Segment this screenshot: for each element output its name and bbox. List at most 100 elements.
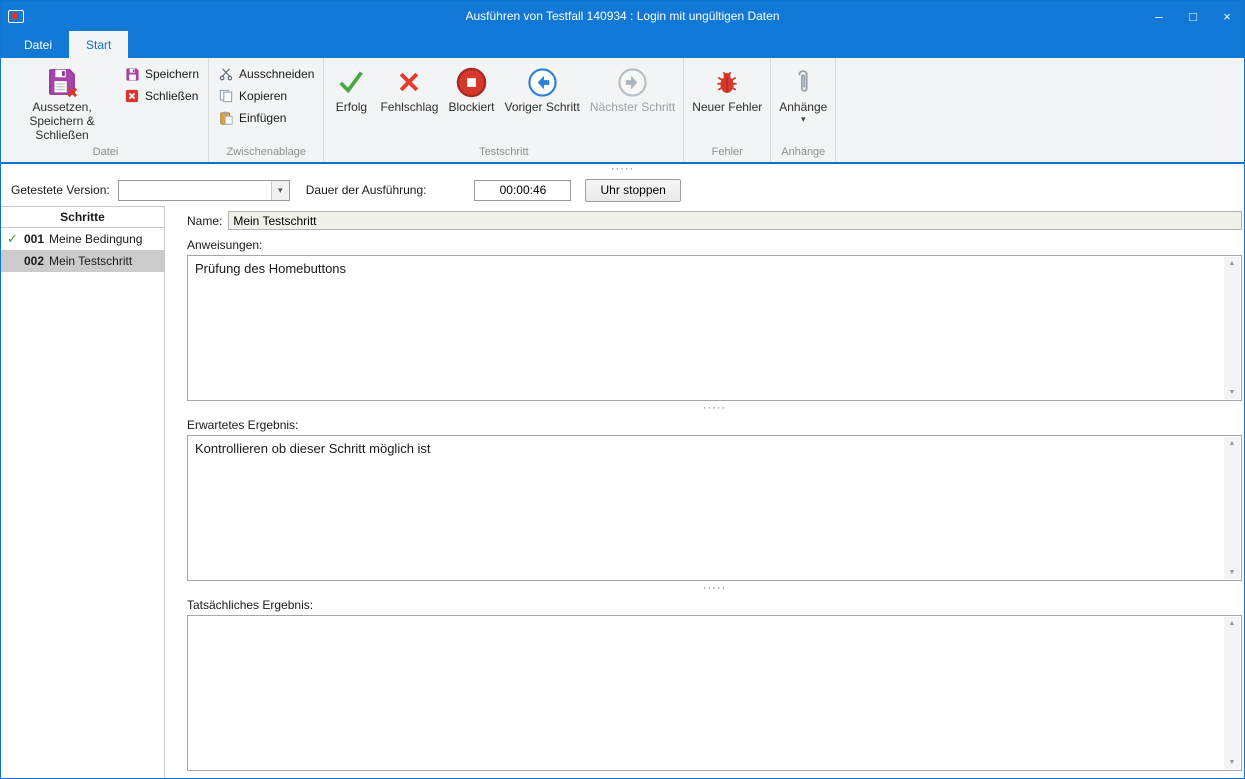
- scroll-up-icon[interactable]: ▲: [1229, 257, 1236, 270]
- schliessen-label: Schließen: [145, 89, 198, 103]
- kopieren-button[interactable]: Kopieren: [212, 85, 293, 107]
- erwartetes-ergebnis-textarea[interactable]: Kontrollieren ob dieser Schritt möglich …: [187, 435, 1242, 581]
- zwischenablage-buttons: Ausschneiden Kopieren: [212, 60, 320, 129]
- blockiert-button[interactable]: Blockiert: [443, 60, 499, 117]
- close-red-icon: [124, 88, 140, 104]
- step-label: Mein Testschritt: [49, 254, 132, 268]
- getestete-version-label: Getestete Version:: [11, 183, 110, 197]
- datei-small-buttons: Speichern Schließen: [118, 60, 205, 107]
- speichern-button[interactable]: Speichern: [118, 63, 205, 85]
- steps-sidebar: Schritte ✓ 001 Meine Bedingung 002 Mein …: [1, 206, 165, 778]
- tab-start[interactable]: Start: [69, 31, 128, 58]
- success-check-icon: [336, 63, 366, 101]
- anweisungen-scrollbar[interactable]: ▲ ▼: [1224, 257, 1240, 399]
- getestete-version-input[interactable]: [119, 181, 271, 200]
- title-bar: Ausführen von Testfall 140934 : Login mi…: [1, 1, 1244, 31]
- combobox-dropdown-icon[interactable]: ▾: [271, 181, 289, 200]
- aussetzen-speichern-schliessen-button[interactable]: Aussetzen, Speichern & Schließen: [6, 60, 118, 144]
- erfolg-label: Erfolg: [336, 101, 367, 115]
- fail-cross-icon: [395, 63, 423, 101]
- naechster-schritt-button: Nächster Schritt: [585, 60, 680, 117]
- paste-icon: [218, 110, 234, 126]
- ribbon-group-label-zwischenablage: Zwischenablage: [212, 144, 320, 162]
- ribbon-group-testschritt: Erfolg Fehlschlag: [324, 58, 684, 162]
- step-passed-check-icon: ✓: [7, 231, 24, 247]
- speichern-label: Speichern: [145, 67, 199, 81]
- ausschneiden-label: Ausschneiden: [239, 67, 314, 81]
- einfuegen-button[interactable]: Einfügen: [212, 107, 292, 129]
- maximize-button[interactable]: □: [1176, 1, 1210, 31]
- anhaenge-dropdown-caret-icon[interactable]: ▾: [801, 115, 806, 123]
- neuer-fehler-button[interactable]: Neuer Fehler: [687, 60, 767, 117]
- name-row: Name:: [187, 211, 1242, 230]
- erwartetes-scrollbar[interactable]: ▲ ▼: [1224, 437, 1240, 579]
- getestete-version-combobox[interactable]: ▾: [118, 180, 290, 201]
- fehlschlag-label: Fehlschlag: [380, 101, 438, 115]
- scroll-up-icon[interactable]: ▲: [1229, 437, 1236, 450]
- step-item-001[interactable]: ✓ 001 Meine Bedingung: [1, 228, 164, 250]
- name-input[interactable]: [228, 211, 1242, 230]
- ribbon-group-label-datei: Datei: [6, 144, 205, 162]
- window-controls: – □ ×: [1142, 1, 1244, 31]
- anhaenge-button[interactable]: Anhänge ▾: [774, 60, 832, 125]
- close-button[interactable]: ×: [1210, 1, 1244, 31]
- einfuegen-label: Einfügen: [239, 111, 286, 125]
- name-label: Name:: [187, 214, 222, 228]
- voriger-schritt-button[interactable]: Voriger Schritt: [499, 60, 584, 117]
- erwartetes-ergebnis-text: Kontrollieren ob dieser Schritt möglich …: [195, 441, 431, 456]
- ribbon: Aussetzen, Speichern & Schließen Sp: [1, 58, 1244, 164]
- schliessen-button[interactable]: Schließen: [118, 85, 204, 107]
- save-and-close-icon: [46, 63, 78, 101]
- ribbon-group-zwischenablage-content: Ausschneiden Kopieren: [212, 60, 320, 144]
- ribbon-group-datei-content: Aussetzen, Speichern & Schließen Sp: [6, 60, 205, 144]
- step-number: 001: [24, 232, 44, 246]
- ribbon-group-label-testschritt: Testschritt: [327, 144, 680, 162]
- kopieren-label: Kopieren: [239, 89, 287, 103]
- paperclip-icon: [792, 63, 814, 101]
- anweisungen-textarea[interactable]: Prüfung des Homebuttons ▲ ▼: [187, 255, 1242, 401]
- scroll-up-icon[interactable]: ▲: [1229, 617, 1236, 630]
- anweisungen-text: Prüfung des Homebuttons: [195, 261, 346, 276]
- minimize-button[interactable]: –: [1142, 1, 1176, 31]
- step-label: Meine Bedingung: [49, 232, 142, 246]
- section-splitter-handle[interactable]: ·····: [187, 581, 1242, 594]
- fehlschlag-button[interactable]: Fehlschlag: [375, 60, 443, 117]
- uhr-stoppen-button[interactable]: Uhr stoppen: [585, 179, 680, 202]
- ribbon-tab-row: Datei Start: [1, 31, 1244, 58]
- erfolg-button[interactable]: Erfolg: [327, 60, 375, 117]
- ribbon-splitter-handle[interactable]: ·····: [1, 164, 1244, 174]
- vertical-splitter[interactable]: [165, 206, 175, 778]
- ribbon-group-anhaenge: Anhänge ▾ Anhänge: [771, 58, 836, 162]
- tatsaechliches-ergebnis-label: Tatsächliches Ergebnis:: [187, 598, 1242, 612]
- tab-datei[interactable]: Datei: [7, 31, 69, 58]
- anhaenge-label: Anhänge: [779, 101, 827, 115]
- voriger-schritt-label: Voriger Schritt: [504, 101, 579, 115]
- scroll-down-icon[interactable]: ▼: [1229, 566, 1236, 579]
- next-step-icon: [617, 63, 648, 101]
- steps-header: Schritte: [1, 207, 164, 228]
- ribbon-group-datei: Aussetzen, Speichern & Schließen Sp: [3, 58, 209, 162]
- app-window: Ausführen von Testfall 140934 : Login mi…: [0, 0, 1245, 779]
- scroll-down-icon[interactable]: ▼: [1229, 756, 1236, 769]
- tatsaechliches-scrollbar[interactable]: ▲ ▼: [1224, 617, 1240, 769]
- erwartetes-ergebnis-label: Erwartetes Ergebnis:: [187, 418, 1242, 432]
- window-title: Ausführen von Testfall 140934 : Login mi…: [1, 9, 1244, 23]
- blockiert-label: Blockiert: [448, 101, 494, 115]
- ribbon-group-label-fehler: Fehler: [687, 144, 767, 162]
- scroll-down-icon[interactable]: ▼: [1229, 386, 1236, 399]
- ausschneiden-button[interactable]: Ausschneiden: [212, 63, 320, 85]
- toolbar: Getestete Version: ▾ Dauer der Ausführun…: [1, 174, 1244, 206]
- dauer-label: Dauer der Ausführung:: [306, 183, 427, 197]
- step-number: 002: [24, 254, 44, 268]
- app-icon: [8, 10, 24, 23]
- tatsaechliches-ergebnis-textarea[interactable]: ▲ ▼: [187, 615, 1242, 771]
- ribbon-group-zwischenablage: Ausschneiden Kopieren: [209, 58, 324, 162]
- copy-icon: [218, 88, 234, 104]
- dauer-input[interactable]: [474, 180, 571, 201]
- blocked-stop-icon: [455, 63, 488, 101]
- save-icon: [124, 66, 140, 82]
- section-splitter-handle[interactable]: ·····: [187, 401, 1242, 414]
- previous-step-icon: [527, 63, 558, 101]
- step-item-002[interactable]: 002 Mein Testschritt: [1, 250, 164, 272]
- neuer-fehler-label: Neuer Fehler: [692, 101, 762, 115]
